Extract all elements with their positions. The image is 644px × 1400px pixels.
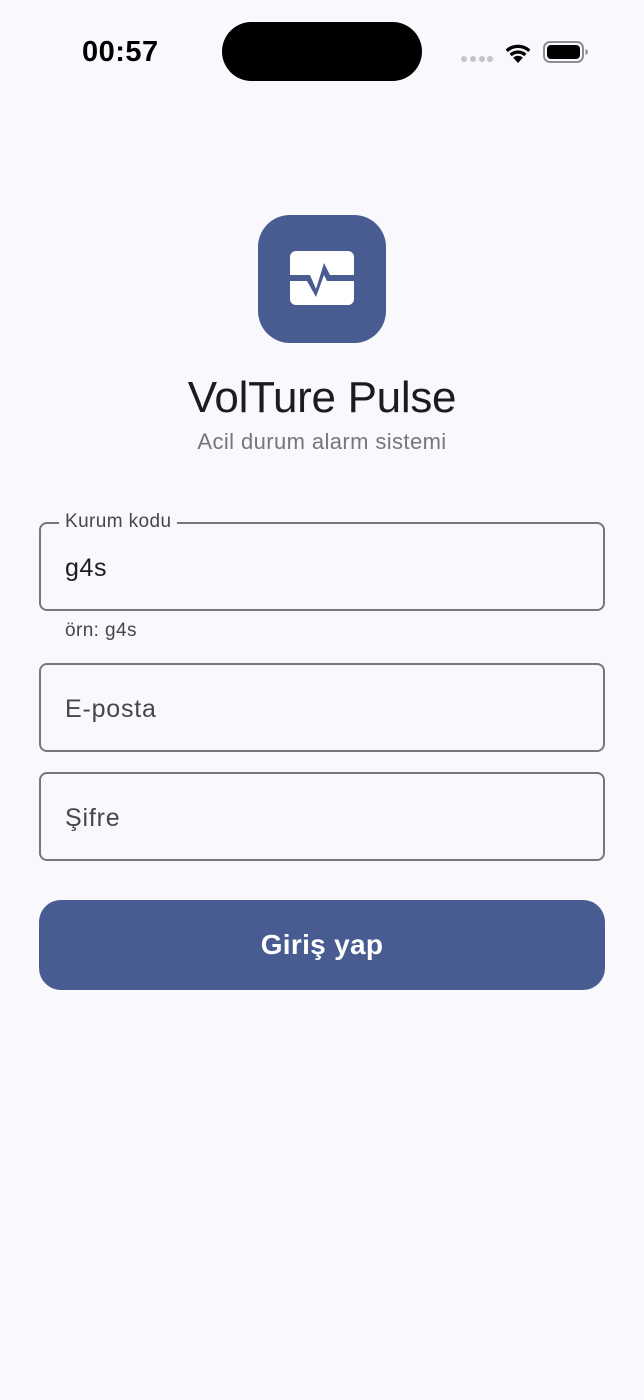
app-logo — [258, 215, 386, 343]
login-button[interactable]: Giriş yap — [39, 900, 605, 990]
status-time: 00:57 — [82, 36, 159, 68]
org-code-label: Kurum kodu — [59, 510, 178, 534]
password-placeholder: Şifre — [65, 804, 121, 832]
password-field[interactable]: Şifre — [39, 772, 605, 861]
org-code-value[interactable]: g4s — [65, 552, 107, 584]
org-code-field[interactable]: Kurum kodu g4s — [39, 510, 605, 611]
org-code-helper: örn: g4s — [65, 620, 137, 641]
wifi-icon — [505, 44, 531, 63]
battery-icon — [543, 41, 588, 63]
email-field[interactable]: E-posta — [39, 663, 605, 752]
login-button-label: Giriş yap — [260, 929, 384, 960]
pulse-monitor-icon — [290, 251, 354, 305]
dynamic-island — [222, 22, 422, 81]
email-placeholder: E-posta — [65, 695, 157, 723]
app-title: VolTure Pulse — [187, 373, 457, 422]
app-subtitle: Acil durum alarm sistemi — [197, 429, 447, 454]
cellular-signal-icon — [461, 56, 493, 62]
